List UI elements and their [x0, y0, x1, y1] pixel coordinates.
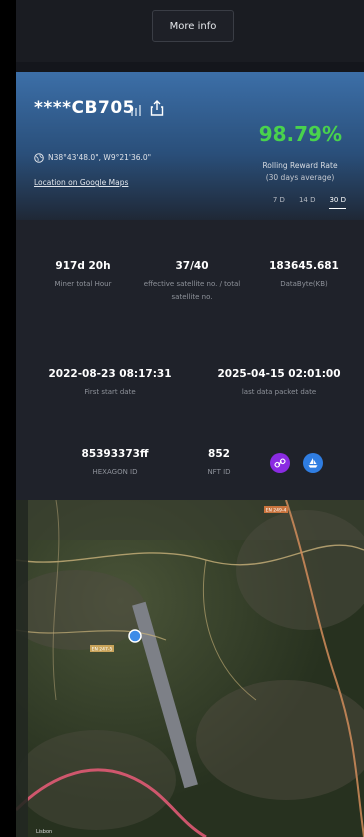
nft-label: NFT ID	[207, 468, 231, 476]
top-bar: More info	[16, 0, 364, 62]
share-icon[interactable]	[150, 100, 164, 116]
map-place-label: Lisbon	[36, 829, 52, 835]
link-icon[interactable]	[270, 453, 290, 473]
stat-nft: 852 NFT ID	[184, 448, 254, 479]
tab-7d[interactable]: 7 D	[273, 196, 285, 209]
miner-name: ****CB705	[34, 98, 135, 118]
globe-icon	[34, 153, 44, 163]
stat-last-packet: 2025-04-15 02:01:00 last data packet dat…	[198, 368, 360, 399]
total-hour-label: Miner total Hour	[54, 280, 112, 288]
databyte-label: DataByte(KB)	[280, 280, 328, 288]
reward-rate-subtitle: (30 days average)	[265, 173, 335, 182]
satellite-map[interactable]: EN 249-4 EN 247-5 Lisbon	[16, 500, 364, 837]
first-start-value: 2022-08-23 08:17:31	[48, 368, 172, 380]
reward-rate-label: Rolling Reward Rate	[262, 161, 338, 170]
coordinates: N38°43'48.0", W9°21'36.0"	[48, 153, 152, 162]
miner-card-header: ****CB705 N38°43'48.0", W9°21'36.0" Loca…	[16, 72, 364, 220]
satellite-value: 37/40	[175, 260, 209, 272]
satellite-label: effective satellite no. / total satellit…	[143, 280, 241, 301]
databyte-value: 183645.681	[269, 260, 339, 272]
more-info-button[interactable]: More info	[152, 10, 234, 42]
nft-value: 852	[208, 448, 230, 460]
hexagon-value: 85393373ff	[81, 448, 149, 460]
tab-14d[interactable]: 14 D	[299, 196, 316, 209]
ship-icon[interactable]	[303, 453, 323, 473]
stat-hexagon: 85393373ff HEXAGON ID	[60, 448, 170, 479]
miner-card: ****CB705 N38°43'48.0", W9°21'36.0" Loca…	[16, 72, 364, 512]
last-packet-value: 2025-04-15 02:01:00	[217, 368, 341, 380]
map-road-label-2: EN 247-5	[92, 647, 113, 653]
google-maps-link[interactable]: Location on Google Maps	[34, 178, 128, 187]
map-road-label-1: EN 249-4	[266, 508, 287, 514]
hexagon-label: HEXAGON ID	[92, 468, 138, 476]
first-start-label: First start date	[84, 388, 136, 396]
app-frame: More info ****CB705 N38°43'48.0", W9°21'…	[16, 0, 364, 837]
signal-icon	[131, 105, 141, 116]
reward-rate-value: 98.79%	[258, 122, 342, 146]
stat-satellite: 37/40 effective satellite no. / total sa…	[140, 260, 244, 304]
stat-total-hour: 917d 20h Miner total Hour	[38, 260, 128, 291]
stat-first-start: 2022-08-23 08:17:31 First start date	[30, 368, 190, 399]
stat-databyte: 183645.681 DataByte(KB)	[252, 260, 356, 291]
map-canvas: EN 249-4 EN 247-5 Lisbon	[16, 500, 364, 837]
period-tabs: 7 D 14 D 30 D	[273, 196, 346, 209]
tab-30d[interactable]: 30 D	[329, 196, 346, 209]
total-hour-value: 917d 20h	[55, 260, 111, 272]
last-packet-label: last data packet date	[241, 388, 317, 396]
